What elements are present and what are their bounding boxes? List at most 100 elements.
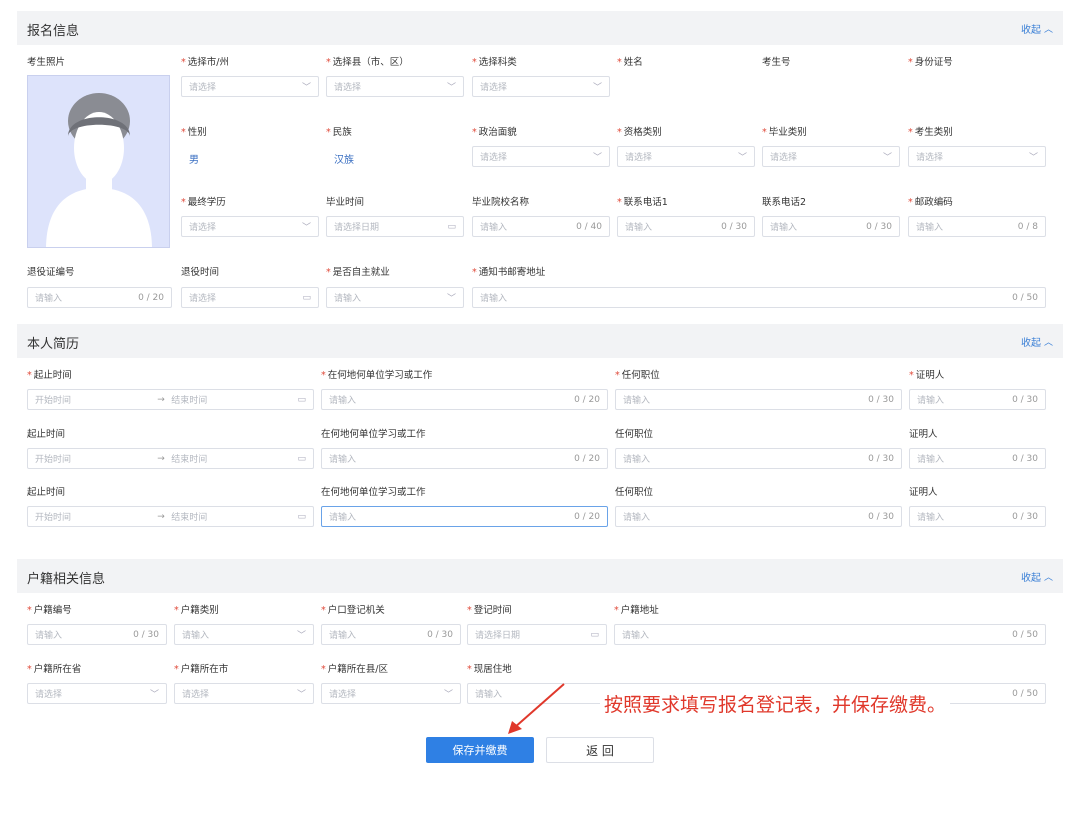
place-input[interactable]: 请输入 0 / 20	[321, 389, 608, 410]
veteran-time-picker[interactable]: 请选择 ▭	[181, 287, 319, 308]
province-label: * 户籍所在省	[27, 664, 82, 675]
education-label: * 最终学历	[181, 197, 226, 208]
position-input[interactable]: 请输入 0 / 30	[615, 448, 902, 469]
grad-type-label: * 毕业类别	[762, 127, 807, 138]
instruction-annotation: 按照要求填写报名登记表，并保存缴费。	[600, 690, 951, 717]
postcode-input[interactable]: 请输入 0 / 8	[908, 216, 1046, 237]
subject-select[interactable]: 请选择 ﹀	[472, 76, 610, 97]
qualification-label: * 资格类别	[617, 127, 662, 138]
photo-label: 考生照片	[27, 57, 66, 68]
phone2-input[interactable]: 请输入 0 / 30	[762, 216, 900, 237]
phone1-input[interactable]: 请输入 0 / 30	[617, 216, 755, 237]
place-label: * 在何地何单位学习或工作	[321, 370, 433, 381]
position-label: 任何职位	[615, 487, 654, 498]
candidate-type-select[interactable]: 请选择 ﹀	[908, 146, 1046, 167]
position-input[interactable]: 请输入 0 / 30	[615, 506, 902, 527]
exam-no-label: 考生号	[762, 57, 791, 68]
resume-section-header: 本人简历 收起 ︿	[17, 324, 1063, 358]
household-city-label: * 户籍所在市	[174, 664, 229, 675]
collapse-label: 收起	[1020, 338, 1041, 349]
back-button[interactable]: 返 回	[546, 737, 654, 763]
county-select[interactable]: 请选择 ﹀	[326, 76, 464, 97]
hukou-no-input[interactable]: 请输入 0 / 30	[27, 624, 167, 645]
grad-time-picker[interactable]: 请选择日期 ▭	[326, 216, 464, 237]
address-label: * 通知书邮寄地址	[472, 267, 546, 278]
chevron-down-icon: ﹀	[149, 690, 159, 700]
self-employed-select[interactable]: 请输入 ﹀	[326, 287, 464, 308]
calendar-icon: ▭	[447, 221, 456, 232]
collapse-label: 收起	[1020, 573, 1041, 584]
city-select[interactable]: 请选择 ﹀	[181, 76, 319, 97]
save-and-pay-button[interactable]: 保存并缴费	[426, 737, 534, 763]
reg-time-picker[interactable]: 请选择日期 ▭	[467, 624, 607, 645]
chevron-up-icon: ︿	[1043, 573, 1053, 583]
place-input[interactable]: 请输入 0 / 20	[321, 448, 608, 469]
witness-label: 证明人	[909, 487, 938, 498]
gender-value: 男	[189, 155, 199, 166]
city-label: * 选择市/州	[181, 57, 229, 68]
candidate-photo[interactable]	[27, 75, 170, 248]
province-select[interactable]: 请选择 ﹀	[27, 683, 167, 704]
registry-input[interactable]: 请输入 0 / 30	[321, 624, 461, 645]
household-county-select[interactable]: 请选择 ﹀	[321, 683, 461, 704]
reg-time-label: * 登记时间	[467, 605, 512, 616]
period-label: * 起止时间	[27, 370, 72, 381]
collapse-label: 收起	[1020, 25, 1041, 36]
chevron-down-icon: ﹀	[592, 83, 602, 93]
witness-input[interactable]: 请输入 0 / 30	[909, 506, 1046, 527]
county-label: * 选择县（市、区）	[326, 57, 409, 68]
position-label: 任何职位	[615, 429, 654, 440]
calendar-icon: ▭	[302, 292, 311, 303]
household-city-select[interactable]: 请选择 ﹀	[174, 683, 314, 704]
period-range-picker[interactable]: 开始时间 → 结束时间 ▭	[27, 506, 314, 527]
position-input[interactable]: 请输入 0 / 30	[615, 389, 902, 410]
hukou-no-label: * 户籍编号	[27, 605, 72, 616]
chevron-down-icon: ﹀	[882, 153, 892, 163]
political-select[interactable]: 请选择 ﹀	[472, 146, 610, 167]
hukou-addr-label: * 户籍地址	[614, 605, 659, 616]
veteran-time-label: 退役时间	[181, 267, 220, 278]
qualification-select[interactable]: 请选择 ﹀	[617, 146, 755, 167]
school-input[interactable]: 请输入 0 / 40	[472, 216, 610, 237]
chevron-up-icon: ︿	[1043, 338, 1053, 348]
education-select[interactable]: 请选择 ﹀	[181, 216, 319, 237]
witness-input[interactable]: 请输入 0 / 30	[909, 448, 1046, 469]
chevron-down-icon: ﹀	[592, 153, 602, 163]
avatar-placeholder-icon	[46, 93, 152, 247]
place-label: 在何地何单位学习或工作	[321, 429, 426, 440]
chevron-down-icon: ﹀	[443, 690, 453, 700]
self-employed-label: * 是否自主就业	[326, 267, 390, 278]
subject-label: * 选择科类	[472, 57, 517, 68]
collapse-link[interactable]: 收起 ︿	[1021, 21, 1053, 36]
political-label: * 政治面貌	[472, 127, 517, 138]
calendar-icon: ▭	[590, 629, 599, 640]
chevron-down-icon: ﹀	[296, 690, 306, 700]
registry-label: * 户口登记机关	[321, 605, 385, 616]
gender-label: * 性别	[181, 127, 207, 138]
witness-input[interactable]: 请输入 0 / 30	[909, 389, 1046, 410]
registration-section-header: 报名信息 收起 ︿	[17, 11, 1063, 45]
hukou-addr-input[interactable]: 请输入 0 / 50	[614, 624, 1046, 645]
position-label: * 任何职位	[615, 370, 660, 381]
chevron-down-icon: ﹀	[737, 153, 747, 163]
period-range-picker[interactable]: 开始时间 → 结束时间 ▭	[27, 448, 314, 469]
place-input[interactable]: 请输入 0 / 20	[321, 506, 608, 527]
witness-label: 证明人	[909, 429, 938, 440]
id-no-label: * 身份证号	[908, 57, 953, 68]
period-range-picker[interactable]: 开始时间 → 结束时间 ▭	[27, 389, 314, 410]
chevron-down-icon: ﹀	[1028, 153, 1038, 163]
annotation-arrow-icon	[508, 683, 565, 734]
chevron-down-icon: ﹀	[301, 83, 311, 93]
name-label: * 姓名	[617, 57, 643, 68]
collapse-link[interactable]: 收起 ︿	[1021, 569, 1053, 584]
hukou-type-select[interactable]: 请输入 ﹀	[174, 624, 314, 645]
hukou-type-label: * 户籍类别	[174, 605, 219, 616]
grad-type-select[interactable]: 请选择 ﹀	[762, 146, 900, 167]
veteran-no-input[interactable]: 请输入 0 / 20	[27, 287, 172, 308]
ethnicity-label: * 民族	[326, 127, 352, 138]
residence-label: * 现居住地	[467, 664, 512, 675]
address-input[interactable]: 请输入 0 / 50	[472, 287, 1046, 308]
collapse-link[interactable]: 收起 ︿	[1021, 334, 1053, 349]
section-title: 户籍相关信息	[27, 572, 106, 587]
phone1-label: * 联系电话1	[617, 197, 668, 208]
